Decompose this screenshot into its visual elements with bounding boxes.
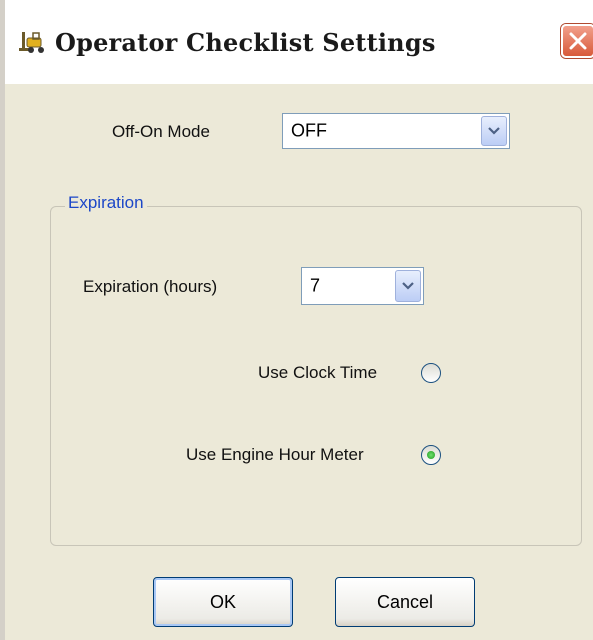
expiration-hours-value: 7: [310, 275, 321, 296]
radio-selected-dot: [427, 451, 435, 459]
off-on-mode-value: OFF: [291, 120, 327, 141]
close-button[interactable]: [561, 24, 593, 58]
use-engine-hour-meter-label[interactable]: Use Engine Hour Meter: [186, 445, 364, 465]
expiration-hours-select[interactable]: 7: [301, 267, 424, 305]
dropdown-arrow-button[interactable]: [481, 116, 507, 146]
use-clock-time-radio[interactable]: [421, 363, 441, 383]
forklift-icon: [19, 30, 49, 56]
expiration-groupbox: Expiration Expiration (hours) 7 Use Cloc…: [50, 193, 582, 546]
dialog-body: Off-On Mode OFF Expiration Expiration (h…: [10, 84, 593, 640]
off-on-mode-label: Off-On Mode: [112, 122, 210, 141]
dropdown-arrow-button[interactable]: [395, 270, 421, 302]
dialog-window: Operator Checklist Settings Off-On Mode …: [0, 0, 593, 640]
cancel-button[interactable]: Cancel: [335, 577, 475, 627]
title-bar[interactable]: Operator Checklist Settings: [5, 0, 593, 84]
use-clock-time-label[interactable]: Use Clock Time: [258, 363, 377, 383]
expiration-hours-label: Expiration (hours): [83, 277, 218, 296]
ok-button[interactable]: OK: [153, 577, 293, 627]
window-title: Operator Checklist Settings: [55, 28, 436, 57]
use-engine-hour-meter-radio[interactable]: [421, 445, 441, 465]
off-on-mode-select[interactable]: OFF: [282, 113, 510, 149]
expiration-group-title: Expiration: [65, 193, 147, 213]
